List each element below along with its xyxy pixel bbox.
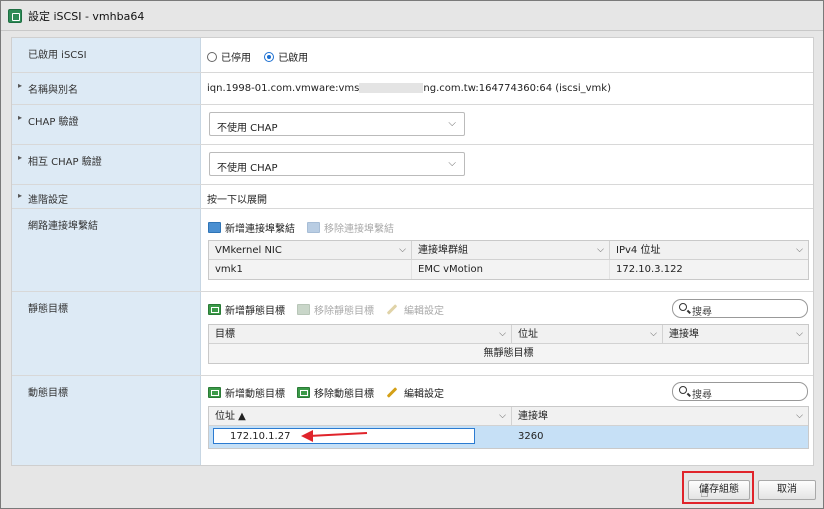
add-icon — [208, 386, 221, 398]
chevron-down-icon: ⌵ — [499, 411, 506, 421]
column-header[interactable]: 連接埠 ⌵ — [663, 325, 808, 344]
table-header: 位址 ▲ ⌵ 連接埠 ⌵ — [209, 407, 808, 426]
remove-static-target-button[interactable]: 移除靜態目標 — [297, 302, 374, 317]
remove-port-binding-button[interactable]: 移除連接埠繫結 — [307, 220, 394, 235]
chevron-down-icon: ⌵ — [650, 329, 657, 339]
dynamic-targets-toolbar: 新增動態目標 移除動態目標 編輯設定 — [208, 384, 456, 400]
chevron-down-icon: ⌵ — [448, 118, 456, 129]
table-header: 目標 ⌵ 位址 ⌵ 連接埠 ⌵ — [209, 325, 808, 344]
cancel-button[interactable]: 取消 — [758, 480, 816, 500]
column-header[interactable]: VMkernel NIC ⌵ — [209, 241, 412, 260]
iscsi-dialog: 設定 iSCSI - vmhba64 已啟用 iSCSI 已停用 已啟用 ▸ 名稱… — [0, 0, 824, 509]
chevron-down-icon: ⌵ — [597, 245, 604, 255]
search-icon — [679, 386, 687, 394]
add-icon — [208, 303, 221, 315]
table-row[interactable]: 172.10.1.27 3260 — [209, 426, 808, 448]
column-header[interactable]: 位址 ⌵ — [512, 325, 663, 344]
table-header: VMkernel NIC ⌵ 連接埠群組 ⌵ IPv4 位址 ⌵ — [209, 241, 808, 260]
disabled-radio[interactable] — [207, 51, 217, 62]
expand-triangle-icon[interactable]: ▸ — [18, 113, 22, 122]
vmhba-app-icon — [8, 8, 22, 23]
table-row[interactable]: vmk1 EMC vMotion 172.10.3.122 — [209, 260, 808, 279]
port-binding-table: VMkernel NIC ⌵ 連接埠群組 ⌵ IPv4 位址 ⌵ vmk1 EMC v… — [208, 240, 809, 280]
advanced-hint[interactable]: 按一下以展開 — [207, 191, 267, 206]
row-dynamic-targets: 動態目標 新增動態目標 移除動態目標 編輯設定 搜尋 位址 ▲⌵ 連接埠⌵ — [12, 376, 813, 465]
red-arrow-annotation — [301, 430, 368, 442]
row-name-alias: ▸ 名稱與別名 iqn.1998-01.com.vmware:vms ng.com.… — [12, 73, 813, 105]
chevron-down-icon: ⌵ — [796, 245, 803, 255]
disabled-radio-label[interactable]: 已停用 — [221, 53, 251, 64]
static-targets-table: 目標 ⌵ 位址 ⌵ 連接埠 ⌵ 無靜態目標 — [208, 324, 809, 364]
network-binding-label: 網路連接埠繫結 — [28, 221, 98, 232]
enabled-radio-group: 已停用 已啟用 — [207, 49, 318, 64]
chevron-down-icon: ⌵ — [399, 245, 406, 255]
row-network-binding: 網路連接埠繫結 新增連接埠繫結 移除連接埠繫結 VMkernel NIC ⌵ 連接… — [12, 209, 813, 292]
row-chap: ▸ CHAP 驗證 不使用 CHAP ⌵ — [12, 105, 813, 145]
edit-pencil-icon — [386, 386, 398, 398]
remove-icon — [307, 221, 320, 233]
remove-icon — [297, 386, 310, 398]
dynamic-targets-table: 位址 ▲ ⌵ 連接埠 ⌵ 172.10.1.27 3260 — [208, 406, 809, 449]
chap-label[interactable]: CHAP 驗證 — [28, 113, 79, 128]
chevron-down-icon: ⌵ — [796, 329, 803, 339]
column-header[interactable]: IPv4 位址 ⌵ — [610, 241, 808, 260]
row-mutual-chap: ▸ 相互 CHAP 驗證 不使用 CHAP ⌵ — [12, 145, 813, 185]
static-search-input[interactable]: 搜尋 — [672, 299, 808, 318]
expand-triangle-icon[interactable]: ▸ — [18, 153, 22, 162]
iscsi-enabled-label: 已啟用 iSCSI — [28, 50, 87, 61]
edit-dynamic-settings-button[interactable]: 編輯設定 — [386, 385, 444, 400]
expand-triangle-icon[interactable]: ▸ — [18, 191, 22, 200]
search-icon — [679, 303, 687, 311]
pointer-cursor-icon: ☝ — [700, 485, 709, 501]
add-static-target-button[interactable]: 新增靜態目標 — [208, 302, 285, 317]
add-port-binding-button[interactable]: 新增連接埠繫結 — [208, 220, 295, 235]
mutual-chap-select[interactable]: 不使用 CHAP ⌵ — [209, 152, 465, 176]
column-header-port[interactable]: 連接埠 ⌵ — [512, 407, 808, 426]
dynamic-targets-label: 動態目標 — [28, 388, 68, 399]
empty-table-message: 無靜態目標 — [209, 344, 808, 363]
chevron-down-icon: ⌵ — [448, 158, 456, 169]
mutual-chap-label[interactable]: 相互 CHAP 驗證 — [28, 153, 102, 168]
edit-pencil-icon — [386, 303, 398, 315]
row-advanced: ▸ 進階設定 按一下以展開 — [12, 185, 813, 209]
settings-panel: 已啟用 iSCSI 已停用 已啟用 ▸ 名稱與別名 iqn.1998-01.com… — [11, 37, 814, 466]
column-header-address[interactable]: 位址 ▲ ⌵ — [209, 407, 512, 426]
remove-dynamic-target-button[interactable]: 移除動態目標 — [297, 385, 374, 400]
name-alias-label[interactable]: 名稱與別名 — [28, 81, 78, 96]
row-iscsi-enabled: 已啟用 iSCSI 已停用 已啟用 — [12, 38, 813, 73]
add-icon — [208, 221, 221, 233]
title-bar: 設定 iSCSI - vmhba64 — [1, 1, 823, 31]
redacted-block — [359, 83, 424, 93]
remove-icon — [297, 303, 310, 315]
column-header[interactable]: 連接埠群組 ⌵ — [412, 241, 610, 260]
column-header[interactable]: 目標 ⌵ — [209, 325, 512, 344]
chevron-down-icon: ⌵ — [796, 411, 803, 421]
expand-triangle-icon[interactable]: ▸ — [18, 81, 22, 90]
chap-select[interactable]: 不使用 CHAP ⌵ — [209, 112, 465, 136]
enabled-radio[interactable] — [264, 51, 275, 62]
add-dynamic-target-button[interactable]: 新增動態目標 — [208, 385, 285, 400]
dynamic-search-input[interactable]: 搜尋 — [672, 382, 808, 401]
static-targets-label: 靜態目標 — [28, 304, 68, 315]
static-targets-toolbar: 新增靜態目標 移除靜態目標 編輯設定 — [208, 301, 456, 317]
highlight-box — [682, 471, 754, 504]
edit-static-settings-button[interactable]: 編輯設定 — [386, 302, 444, 317]
window-title: 設定 iSCSI - vmhba64 — [28, 9, 145, 23]
iqn-value: iqn.1998-01.com.vmware:vms ng.com.tw:1647… — [207, 83, 611, 94]
advanced-label[interactable]: 進階設定 — [28, 191, 68, 206]
chevron-down-icon: ⌵ — [499, 329, 506, 339]
enabled-radio-label[interactable]: 已啟用 — [278, 53, 308, 64]
network-binding-toolbar: 新增連接埠繫結 移除連接埠繫結 — [208, 219, 406, 235]
row-static-targets: 靜態目標 新增靜態目標 移除靜態目標 編輯設定 搜尋 目標 ⌵ 位址 ⌵ 連接埠 ⌵ — [12, 292, 813, 376]
